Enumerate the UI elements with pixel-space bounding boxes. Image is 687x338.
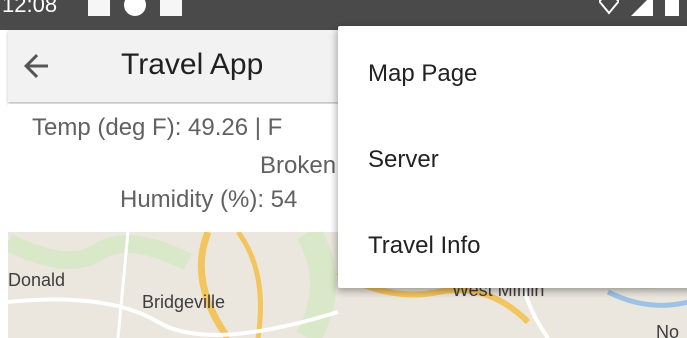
map-label: Bridgeville — [142, 292, 226, 312]
system-icons — [599, 0, 679, 16]
sd-card-icon — [160, 0, 182, 16]
notification-icon — [88, 0, 110, 16]
arrow-back-icon[interactable] — [18, 48, 54, 84]
overflow-menu: Map Page Server Travel Info — [338, 26, 687, 288]
battery-icon — [665, 0, 679, 16]
weather-temp: Temp (deg F): 49.26 | F — [32, 114, 283, 141]
wifi-icon — [599, 0, 619, 15]
sync-icon — [124, 0, 146, 16]
map-label: No — [656, 322, 680, 338]
menu-item-travel-info[interactable]: Travel Info — [368, 232, 481, 260]
page-title: Travel App — [121, 48, 264, 81]
menu-item-server[interactable]: Server — [368, 146, 439, 174]
notification-icons — [88, 0, 182, 16]
weather-humidity: Humidity (%): 54 — [120, 186, 298, 213]
map-label: Donald — [8, 270, 66, 290]
weather-condition: Broken — [260, 152, 337, 179]
signal-icon — [631, 0, 653, 16]
status-time: 12:08 — [2, 0, 58, 17]
menu-item-map-page[interactable]: Map Page — [368, 60, 477, 88]
